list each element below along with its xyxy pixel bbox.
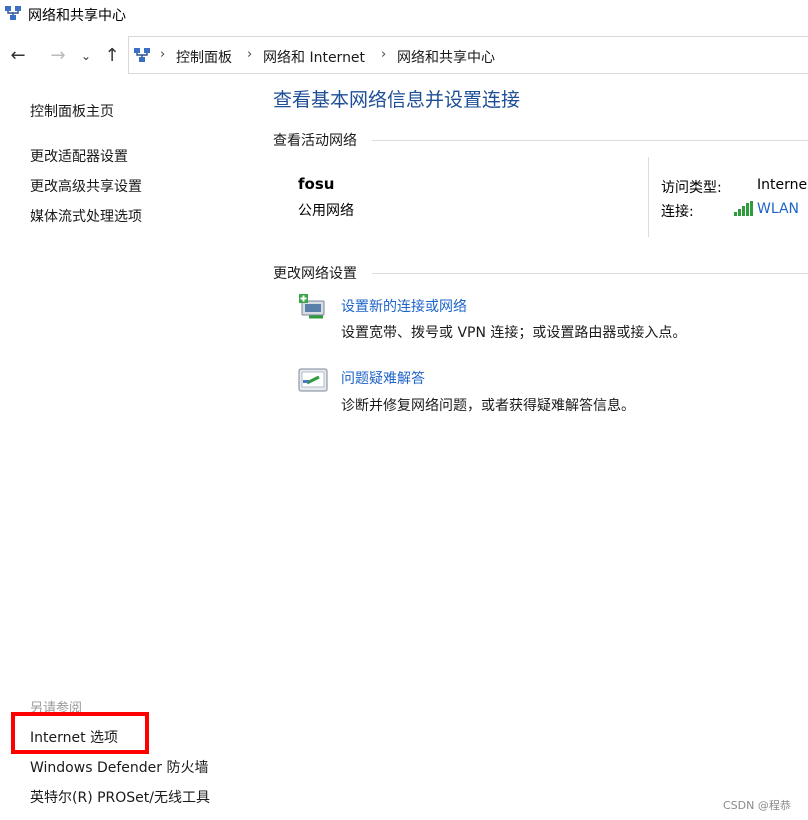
access-type-value: Interne (757, 177, 808, 193)
breadcrumb-separator[interactable]: › (381, 47, 386, 62)
connection-label: 连接: (661, 204, 694, 220)
arrow-left-icon: ← (10, 45, 26, 66)
change-advanced-sharing-link[interactable]: 更改高级共享设置 (30, 176, 142, 196)
troubleshoot-problems-link[interactable]: 问题疑难解答 (341, 368, 425, 388)
breadcrumb-separator[interactable]: › (160, 47, 165, 62)
breadcrumb-network-center[interactable]: 网络和共享中心 (397, 47, 495, 67)
section-divider (372, 273, 808, 274)
media-streaming-link[interactable]: 媒体流式处理选项 (30, 206, 142, 226)
wifi-signal-icon (734, 201, 753, 216)
breadcrumb-separator[interactable]: › (247, 47, 252, 62)
recent-locations-button[interactable]: ⌄ (78, 44, 94, 68)
setup-new-connection-link[interactable]: 设置新的连接或网络 (341, 296, 467, 316)
back-button[interactable]: ← (6, 44, 30, 68)
address-bar[interactable]: › 控制面板 › 网络和 Internet › 网络和共享中心 (128, 36, 808, 74)
network-setup-icon (299, 294, 325, 319)
window-title: 网络和共享中心 (28, 8, 126, 24)
intel-proset-wireless-link[interactable]: 英特尔(R) PROSet/无线工具 (30, 787, 210, 807)
arrow-right-icon: → (50, 45, 66, 66)
network-center-icon (5, 6, 21, 20)
page-title: 查看基本网络信息并设置连接 (273, 89, 521, 111)
arrow-up-icon: ↑ (104, 45, 120, 66)
breadcrumb-network-internet[interactable]: 网络和 Internet (263, 47, 365, 67)
network-name: fosu (298, 175, 335, 193)
wlan-connection-link[interactable]: WLAN (757, 201, 799, 217)
network-center-icon (134, 48, 150, 62)
troubleshoot-problems-desc: 诊断并修复网络问题，或者获得疑难解答信息。 (341, 398, 635, 414)
setup-new-connection-desc: 设置宽带、拨号或 VPN 连接；或设置路由器或接入点。 (341, 325, 687, 341)
network-category-link[interactable]: 公用网络 (298, 200, 354, 220)
section-divider (372, 140, 808, 141)
forward-button[interactable]: → (46, 44, 70, 68)
chevron-down-icon: ⌄ (80, 49, 92, 63)
breadcrumb-control-panel[interactable]: 控制面板 (176, 47, 232, 67)
troubleshoot-icon (298, 368, 328, 392)
control-panel-home-link[interactable]: 控制面板主页 (30, 101, 114, 121)
up-button[interactable]: ↑ (100, 44, 124, 68)
active-networks-title: 查看活动网络 (273, 133, 357, 149)
windows-defender-firewall-link[interactable]: Windows Defender 防火墙 (30, 757, 208, 777)
change-settings-title: 更改网络设置 (273, 266, 357, 282)
network-divider (648, 157, 649, 237)
change-adapter-settings-link[interactable]: 更改适配器设置 (30, 146, 128, 166)
internet-options-link[interactable]: Internet 选项 (30, 727, 118, 747)
watermark: CSDN @程恭 (723, 799, 791, 812)
access-type-label: 访问类型: (661, 180, 722, 196)
title-bar: 网络和共享中心 (0, 0, 808, 28)
